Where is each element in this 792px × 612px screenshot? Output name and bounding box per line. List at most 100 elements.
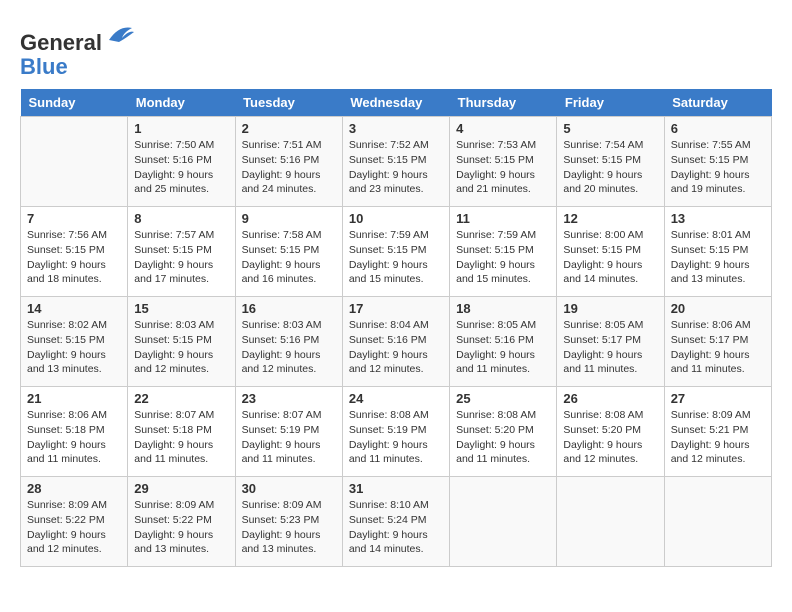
day-header-friday: Friday (557, 89, 664, 117)
calendar-cell: 5Sunrise: 7:54 AM Sunset: 5:15 PM Daylig… (557, 117, 664, 207)
logo-bird-icon (104, 20, 134, 50)
calendar-cell: 28Sunrise: 8:09 AM Sunset: 5:22 PM Dayli… (21, 477, 128, 567)
day-number: 12 (563, 211, 657, 226)
day-number: 19 (563, 301, 657, 316)
cell-info: Sunrise: 8:02 AM Sunset: 5:15 PM Dayligh… (27, 318, 121, 377)
day-number: 28 (27, 481, 121, 496)
cell-info: Sunrise: 8:01 AM Sunset: 5:15 PM Dayligh… (671, 228, 765, 287)
page-header: General Blue (20, 20, 772, 79)
day-header-saturday: Saturday (664, 89, 771, 117)
logo: General Blue (20, 20, 134, 79)
cell-info: Sunrise: 8:10 AM Sunset: 5:24 PM Dayligh… (349, 498, 443, 557)
cell-info: Sunrise: 7:50 AM Sunset: 5:16 PM Dayligh… (134, 138, 228, 197)
day-header-tuesday: Tuesday (235, 89, 342, 117)
calendar-cell (664, 477, 771, 567)
day-number: 2 (242, 121, 336, 136)
calendar-cell: 6 Sunrise: 7:55 AM Sunset: 5:15 PM Daylig… (664, 117, 771, 207)
day-number: 9 (242, 211, 336, 226)
cell-info: Sunrise: 8:08 AM Sunset: 5:20 PM Dayligh… (563, 408, 657, 467)
calendar-cell (450, 477, 557, 567)
cell-info: Sunrise: 7:59 AM Sunset: 5:15 PM Dayligh… (349, 228, 443, 287)
day-number: 27 (671, 391, 765, 406)
day-header-monday: Monday (128, 89, 235, 117)
calendar-table: SundayMondayTuesdayWednesdayThursdayFrid… (20, 89, 772, 567)
calendar-cell: 19Sunrise: 8:05 AM Sunset: 5:17 PM Dayli… (557, 297, 664, 387)
calendar-cell: 12 Sunrise: 8:00 AM Sunset: 5:15 PM Dayli… (557, 207, 664, 297)
day-number: 4 (456, 121, 550, 136)
day-number: 17 (349, 301, 443, 316)
day-number: 13 (671, 211, 765, 226)
calendar-body: 1 Sunrise: 7:50 AM Sunset: 5:16 PM Daylig… (21, 117, 772, 567)
day-number: 15 (134, 301, 228, 316)
week-row-4: 21 Sunrise: 8:06 AM Sunset: 5:18 PM Dayli… (21, 387, 772, 477)
cell-info: Sunrise: 8:06 AM Sunset: 5:18 PM Dayligh… (27, 408, 121, 467)
day-number: 26 (563, 391, 657, 406)
calendar-header-row: SundayMondayTuesdayWednesdayThursdayFrid… (21, 89, 772, 117)
day-number: 30 (242, 481, 336, 496)
calendar-cell: 8 Sunrise: 7:57 AM Sunset: 5:15 PM Daylig… (128, 207, 235, 297)
day-header-sunday: Sunday (21, 89, 128, 117)
day-number: 20 (671, 301, 765, 316)
day-number: 29 (134, 481, 228, 496)
cell-info: Sunrise: 8:07 AM Sunset: 5:19 PM Dayligh… (242, 408, 336, 467)
calendar-cell: 30Sunrise: 8:09 AM Sunset: 5:23 PM Dayli… (235, 477, 342, 567)
cell-info: Sunrise: 8:00 AM Sunset: 5:15 PM Dayligh… (563, 228, 657, 287)
calendar-cell: 24 Sunrise: 8:08 AM Sunset: 5:19 PM Dayli… (342, 387, 449, 477)
week-row-3: 14Sunrise: 8:02 AM Sunset: 5:15 PM Dayli… (21, 297, 772, 387)
week-row-1: 1 Sunrise: 7:50 AM Sunset: 5:16 PM Daylig… (21, 117, 772, 207)
logo-general: General (20, 30, 102, 55)
cell-info: Sunrise: 8:04 AM Sunset: 5:16 PM Dayligh… (349, 318, 443, 377)
cell-info: Sunrise: 7:56 AM Sunset: 5:15 PM Dayligh… (27, 228, 121, 287)
cell-info: Sunrise: 8:08 AM Sunset: 5:20 PM Dayligh… (456, 408, 550, 467)
day-header-thursday: Thursday (450, 89, 557, 117)
day-number: 8 (134, 211, 228, 226)
week-row-5: 28 Sunrise: 8:09 AM Sunset: 5:22 PM Dayli… (21, 477, 772, 567)
cell-info: Sunrise: 7:52 AM Sunset: 5:15 PM Dayligh… (349, 138, 443, 197)
week-row-2: 7 Sunrise: 7:56 AM Sunset: 5:15 PM Daylig… (21, 207, 772, 297)
calendar-cell: 14Sunrise: 8:02 AM Sunset: 5:15 PM Dayli… (21, 297, 128, 387)
calendar-cell: 9Sunrise: 7:58 AM Sunset: 5:15 PM Daylig… (235, 207, 342, 297)
day-number: 21 (27, 391, 121, 406)
day-number: 23 (242, 391, 336, 406)
cell-info: Sunrise: 8:09 AM Sunset: 5:22 PM Dayligh… (134, 498, 228, 557)
cell-info: Sunrise: 8:03 AM Sunset: 5:15 PM Dayligh… (134, 318, 228, 377)
calendar-cell (21, 117, 128, 207)
cell-info: Sunrise: 7:54 AM Sunset: 5:15 PM Dayligh… (563, 138, 657, 197)
cell-info: Sunrise: 8:07 AM Sunset: 5:18 PM Dayligh… (134, 408, 228, 467)
calendar-cell: 4 Sunrise: 7:53 AM Sunset: 5:15 PM Daylig… (450, 117, 557, 207)
logo-text: General Blue (20, 20, 134, 79)
calendar-cell: 1 Sunrise: 7:50 AM Sunset: 5:16 PM Daylig… (128, 117, 235, 207)
day-number: 25 (456, 391, 550, 406)
calendar-cell: 26 Sunrise: 8:08 AM Sunset: 5:20 PM Dayli… (557, 387, 664, 477)
calendar-cell: 22Sunrise: 8:07 AM Sunset: 5:18 PM Dayli… (128, 387, 235, 477)
calendar-cell: 31 Sunrise: 8:10 AM Sunset: 5:24 PM Dayli… (342, 477, 449, 567)
cell-info: Sunrise: 8:09 AM Sunset: 5:21 PM Dayligh… (671, 408, 765, 467)
day-header-wednesday: Wednesday (342, 89, 449, 117)
day-number: 24 (349, 391, 443, 406)
calendar-cell: 21 Sunrise: 8:06 AM Sunset: 5:18 PM Dayli… (21, 387, 128, 477)
calendar-cell (557, 477, 664, 567)
calendar-cell: 29 Sunrise: 8:09 AM Sunset: 5:22 PM Dayli… (128, 477, 235, 567)
day-number: 11 (456, 211, 550, 226)
calendar-cell: 25 Sunrise: 8:08 AM Sunset: 5:20 PM Dayli… (450, 387, 557, 477)
cell-info: Sunrise: 8:05 AM Sunset: 5:16 PM Dayligh… (456, 318, 550, 377)
calendar-cell: 27 Sunrise: 8:09 AM Sunset: 5:21 PM Dayli… (664, 387, 771, 477)
cell-info: Sunrise: 7:57 AM Sunset: 5:15 PM Dayligh… (134, 228, 228, 287)
logo-blue: Blue (20, 54, 68, 79)
calendar-cell: 18 Sunrise: 8:05 AM Sunset: 5:16 PM Dayli… (450, 297, 557, 387)
day-number: 31 (349, 481, 443, 496)
cell-info: Sunrise: 7:53 AM Sunset: 5:15 PM Dayligh… (456, 138, 550, 197)
cell-info: Sunrise: 8:08 AM Sunset: 5:19 PM Dayligh… (349, 408, 443, 467)
day-number: 7 (27, 211, 121, 226)
cell-info: Sunrise: 7:55 AM Sunset: 5:15 PM Dayligh… (671, 138, 765, 197)
cell-info: Sunrise: 7:51 AM Sunset: 5:16 PM Dayligh… (242, 138, 336, 197)
calendar-cell: 13 Sunrise: 8:01 AM Sunset: 5:15 PM Dayli… (664, 207, 771, 297)
cell-info: Sunrise: 8:06 AM Sunset: 5:17 PM Dayligh… (671, 318, 765, 377)
day-number: 16 (242, 301, 336, 316)
day-number: 6 (671, 121, 765, 136)
day-number: 18 (456, 301, 550, 316)
cell-info: Sunrise: 8:03 AM Sunset: 5:16 PM Dayligh… (242, 318, 336, 377)
calendar-cell: 10Sunrise: 7:59 AM Sunset: 5:15 PM Dayli… (342, 207, 449, 297)
calendar-cell: 3Sunrise: 7:52 AM Sunset: 5:15 PM Daylig… (342, 117, 449, 207)
day-number: 1 (134, 121, 228, 136)
